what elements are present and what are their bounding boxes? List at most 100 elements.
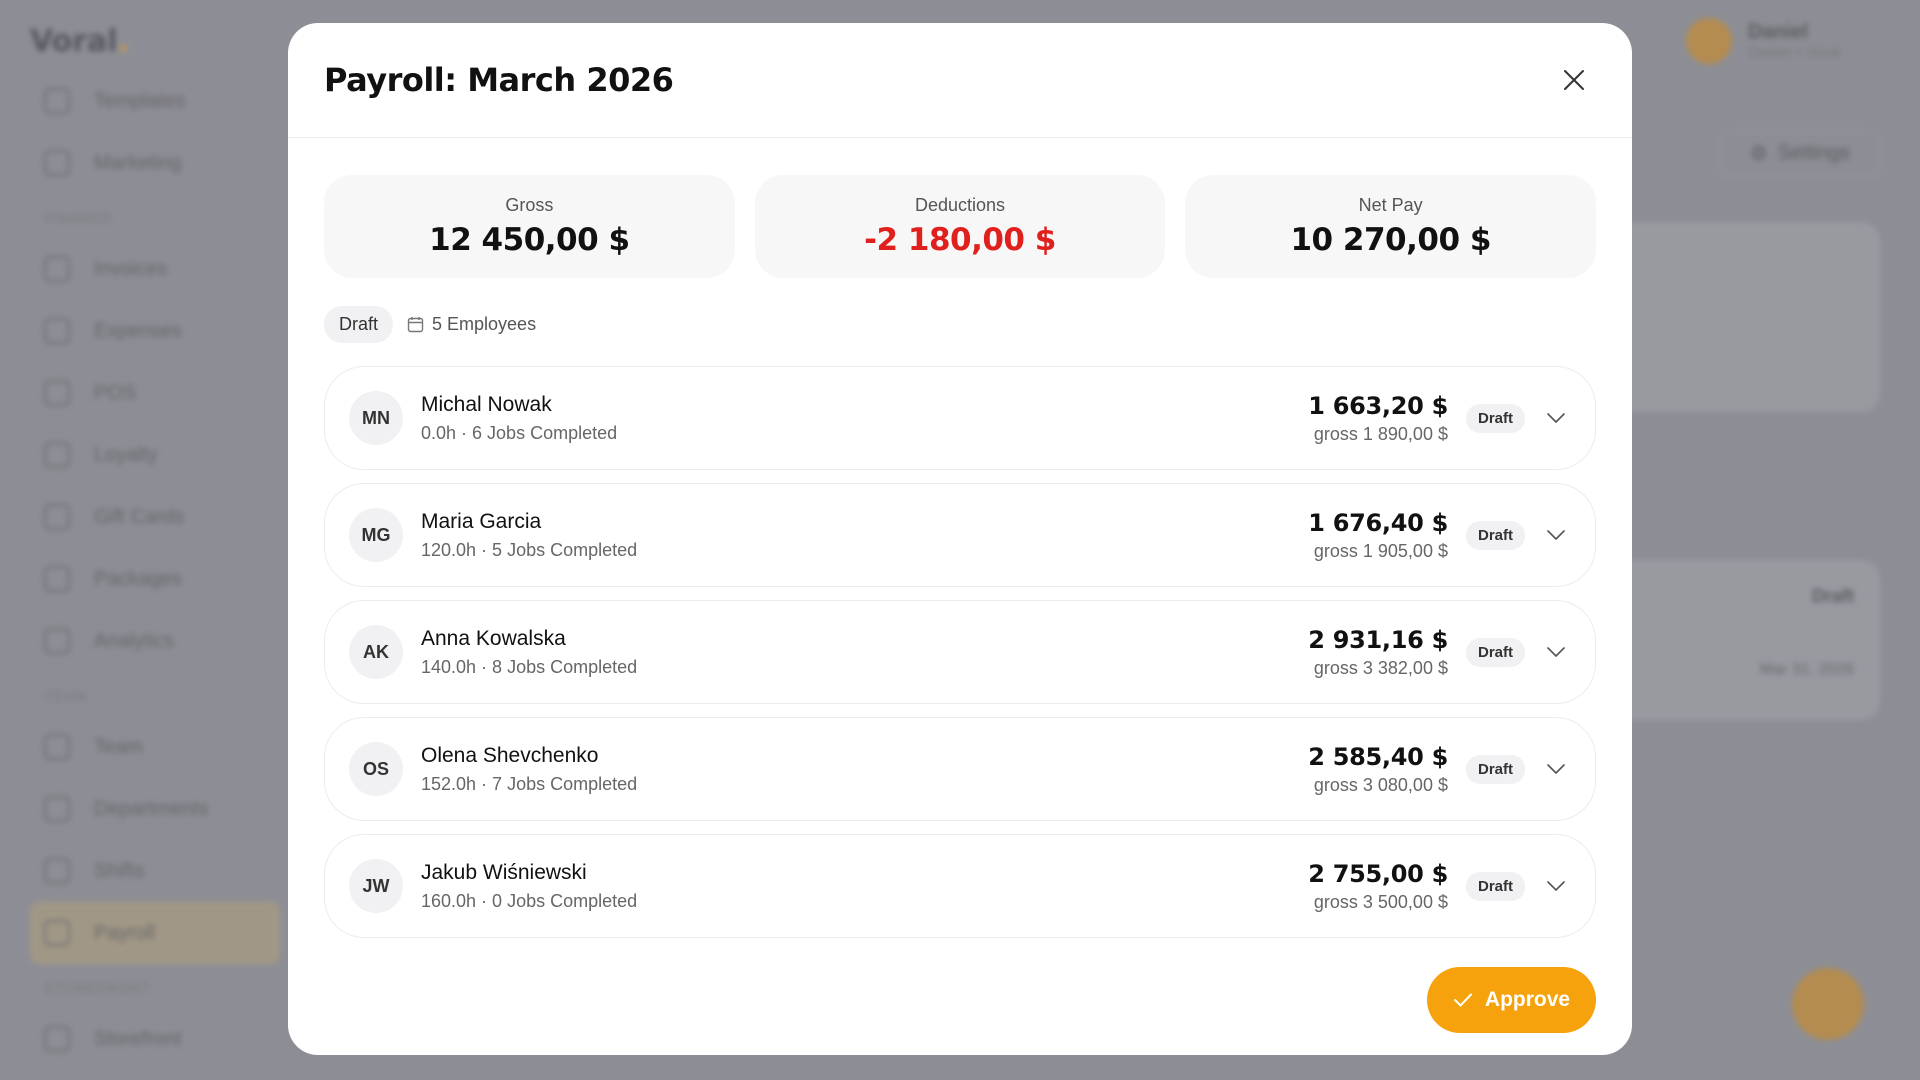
heart-icon — [44, 442, 70, 468]
employee-hours: 160.0h · 0 Jobs Completed — [421, 890, 638, 911]
employee-row[interactable]: MG Maria Garcia 120.0h · 5 Jobs Complete… — [324, 483, 1596, 587]
status-badge: Draft — [1465, 754, 1525, 784]
gross-label: Gross — [505, 195, 554, 215]
cart-icon — [44, 380, 70, 406]
employee-count: 5 Employees — [407, 314, 536, 335]
avatar: MN — [349, 391, 403, 445]
chevron-down-icon — [1547, 530, 1565, 540]
app-logo: Voral. — [30, 24, 129, 59]
expand-button[interactable] — [1541, 754, 1571, 784]
sidebar-item-label: Team — [94, 735, 143, 758]
modal-title: Payroll: March 2026 — [324, 61, 674, 99]
employee-count-label: 5 Employees — [432, 314, 537, 334]
expand-button[interactable] — [1541, 637, 1571, 667]
sidebar-item: Payroll — [30, 902, 280, 964]
employee-net-pay: 2 931,16 $ — [1308, 625, 1448, 654]
calendar-icon — [407, 317, 424, 333]
employee-pay: 2 931,16 $ gross 3 382,00 $ — [1308, 626, 1448, 679]
sidebar-item: Marketing — [30, 132, 280, 194]
settings-button: ⚙ Settings — [1720, 130, 1880, 176]
receipt-icon — [44, 318, 70, 344]
employee-name: Jakub Wiśniewski — [421, 860, 587, 884]
sidebar-item: POS — [30, 362, 280, 424]
employee-net-pay: 2 755,00 $ — [1308, 859, 1448, 888]
sidebar-item: Packages — [30, 548, 280, 610]
status-badge: Draft — [1465, 520, 1525, 550]
employee-info: Jakub Wiśniewski 160.0h · 0 Jobs Complet… — [421, 861, 1308, 912]
employee-row[interactable]: AK Anna Kowalska 140.0h · 8 Jobs Complet… — [324, 600, 1596, 704]
employee-name: Michal Nowak — [421, 392, 552, 416]
close-button[interactable] — [1552, 58, 1596, 102]
fab-button — [1792, 968, 1864, 1040]
deductions-value: -2 180,00 $ — [864, 222, 1056, 258]
employee-net-pay: 1 663,20 $ — [1308, 391, 1448, 420]
chevron-down-icon — [1547, 764, 1565, 774]
employee-row[interactable]: OS Olena Shevchenko 152.0h · 7 Jobs Comp… — [324, 717, 1596, 821]
employee-pay: 1 663,20 $ gross 1 890,00 $ — [1308, 392, 1448, 445]
expand-button[interactable] — [1541, 871, 1571, 901]
sidebar-item: Templates — [30, 70, 280, 132]
avatar: OS — [349, 742, 403, 796]
deductions-card: Deductions -2 180,00 $ — [754, 175, 1166, 278]
employee-gross-pay: gross 1 905,00 $ — [1313, 540, 1448, 561]
sidebar-item-label: Shifts — [94, 859, 145, 882]
sidebar-item-label: Storefront — [94, 1027, 182, 1050]
employee-gross-pay: gross 3 500,00 $ — [1313, 891, 1448, 912]
employee-net-pay: 2 585,40 $ — [1308, 742, 1448, 771]
net-pay-label: Net Pay — [1358, 195, 1423, 215]
sidebar-item: Departments — [30, 778, 280, 840]
sidebar-item-label: Departments — [94, 797, 209, 820]
payroll-modal: Payroll: March 2026 Gross 12 450,00 $ De… — [288, 23, 1632, 1055]
building-icon — [44, 796, 70, 822]
employee-pay: 1 676,40 $ gross 1 905,00 $ — [1308, 509, 1448, 562]
employee-row[interactable]: JW Jakub Wiśniewski 160.0h · 0 Jobs Comp… — [324, 834, 1596, 938]
sidebar-item: Team — [30, 716, 280, 778]
summary-cards: Gross 12 450,00 $ Deductions -2 180,00 $… — [288, 138, 1632, 278]
avatar: AK — [349, 625, 403, 679]
sidebar-section: TEAM — [44, 688, 87, 704]
avatar: MG — [349, 508, 403, 562]
chevron-down-icon — [1547, 881, 1565, 891]
package-icon — [44, 566, 70, 592]
sidebar-item: Invoices — [30, 238, 280, 300]
chevron-down-icon — [1547, 647, 1565, 657]
megaphone-icon — [44, 150, 70, 176]
sidebar-item: Expenses — [30, 300, 280, 362]
employee-hours: 140.0h · 8 Jobs Completed — [421, 656, 638, 677]
deductions-label: Deductions — [914, 195, 1006, 215]
user-name: Daniel — [1748, 21, 1809, 43]
sidebar-item: Storefront — [30, 1008, 280, 1070]
approve-button[interactable]: Approve — [1427, 967, 1596, 1033]
sidebar-item-label: Analytics — [94, 629, 175, 652]
chart-icon — [44, 628, 70, 654]
store-icon — [44, 1026, 70, 1052]
employee-name: Anna Kowalska — [421, 626, 566, 650]
expand-button[interactable] — [1541, 403, 1571, 433]
employee-hours: 152.0h · 7 Jobs Completed — [421, 773, 638, 794]
sidebar-section: FINANCE — [44, 210, 113, 226]
users-icon — [44, 734, 70, 760]
employee-row[interactable]: MN Michal Nowak 0.0h · 6 Jobs Completed … — [324, 366, 1596, 470]
employee-gross-pay: gross 3 382,00 $ — [1313, 657, 1448, 678]
sidebar-item-label: Packages — [94, 567, 182, 590]
sidebar-item-label: Expenses — [94, 319, 182, 342]
expand-button[interactable] — [1541, 520, 1571, 550]
gross-card: Gross 12 450,00 $ — [324, 175, 735, 278]
sidebar-item-label: Loyalty — [94, 443, 158, 466]
sidebar: Templates Marketing FINANCE Invoices Expense… — [30, 70, 280, 1070]
employee-net-pay: 1 676,40 $ — [1308, 508, 1448, 537]
approve-label: Approve — [1484, 988, 1571, 1011]
wallet-icon — [44, 920, 70, 946]
sidebar-item-label: Marketing — [94, 151, 182, 174]
employee-name: Olena Shevchenko — [421, 743, 599, 767]
sidebar-item-label: Gift Cards — [94, 505, 185, 528]
payroll-meta: Draft 5 Employees — [288, 278, 1632, 343]
sidebar-item: Analytics — [30, 610, 280, 672]
employee-info: Olena Shevchenko 152.0h · 7 Jobs Complet… — [421, 744, 1308, 795]
sidebar-item-label: Payroll — [94, 921, 156, 944]
employee-info: Anna Kowalska 140.0h · 8 Jobs Completed — [421, 627, 1308, 678]
user-menu: Daniel Owner • Voral — [1686, 18, 1840, 64]
sidebar-item-label: Templates — [94, 89, 186, 112]
status-badge: Draft — [1465, 871, 1525, 901]
modal-header: Payroll: March 2026 — [288, 23, 1632, 138]
